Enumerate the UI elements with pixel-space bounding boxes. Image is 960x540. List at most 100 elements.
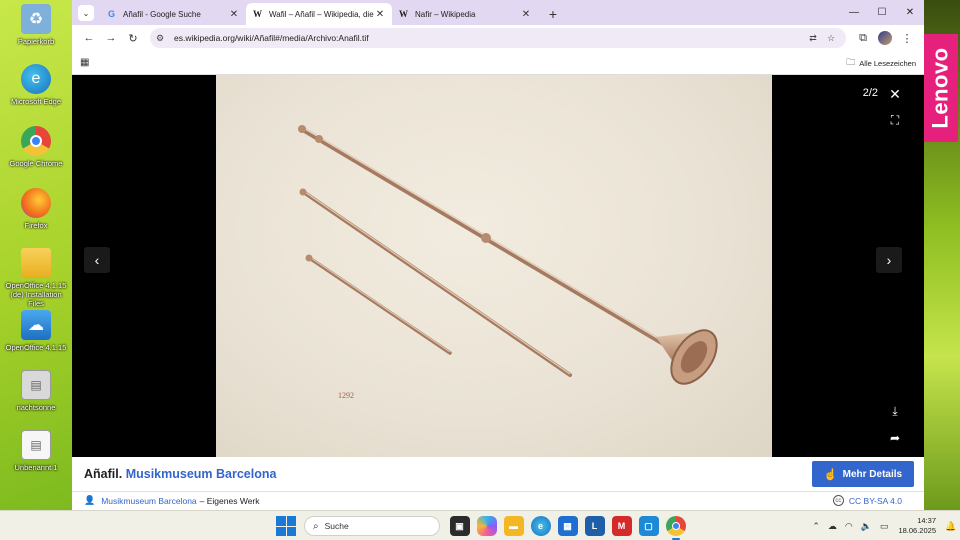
libreoffice-icon[interactable]: L xyxy=(584,516,605,536)
browser-menu-icon[interactable]: ⋮ xyxy=(896,27,918,49)
extensions-icon[interactable]: ⧉ xyxy=(852,27,874,49)
desktop-icon-label: nachtsonne xyxy=(16,403,56,412)
caption-title-text: Añafil. xyxy=(84,467,123,481)
window-controls: — ☐ ✕ xyxy=(840,0,924,25)
tab-wikipedia-nafir[interactable]: W Nafir – Wikipedia ✕ xyxy=(392,3,538,25)
all-bookmarks-button[interactable]: 🗀 Alle Lesezeichen xyxy=(846,51,916,75)
reload-icon[interactable]: ↻ xyxy=(122,27,144,49)
clock-time: 14:37 xyxy=(917,516,936,525)
browser-window: ⌄ G Añafil - Google Suche ✕ W Wafil – Añ… xyxy=(72,0,924,510)
author-suffix: – Eigenes Werk xyxy=(199,495,260,506)
wikipedia-favicon-icon: W xyxy=(399,9,408,19)
more-details-button[interactable]: ☝ Mehr Details xyxy=(812,461,914,487)
previous-image-button[interactable]: ‹ xyxy=(84,247,110,273)
media-viewer: 1292 2/2 ✕ ⛶ ‹ › ⤓ ➦ xyxy=(72,75,924,457)
address-bar[interactable]: ⚙ es.wikipedia.org/wiki/Añafil#/media/Ar… xyxy=(150,28,846,48)
chrome-taskbar-icon[interactable] xyxy=(665,516,686,540)
tab-title: Wafil – Añafil – Wikipedia, die f xyxy=(269,9,374,19)
desktop-icon-label: OpenOffice 4.1.15 xyxy=(5,343,67,352)
minimize-icon[interactable]: — xyxy=(840,0,868,25)
copilot-icon[interactable] xyxy=(476,516,497,536)
forward-arrow-icon[interactable]: → xyxy=(100,27,122,49)
close-tab-icon[interactable]: ✕ xyxy=(228,9,240,20)
tab-wikipedia-anafil[interactable]: W Wafil – Añafil – Wikipedia, die f ✕ xyxy=(246,3,392,25)
desktop-icon-firefox[interactable]: Firefox xyxy=(2,188,70,230)
desktop-icon-unbenannt[interactable]: ▤ Unbenannt 1 xyxy=(2,430,70,472)
wifi-icon[interactable]: ◠ xyxy=(845,521,853,532)
caption-author: 👤 Musikmuseum Barcelona – Eigenes Werk xyxy=(84,495,260,506)
file-explorer-icon[interactable]: ▬ xyxy=(503,516,524,536)
app-icon[interactable]: ▢ xyxy=(638,516,659,536)
url-text[interactable]: es.wikipedia.org/wiki/Añafil#/media/Arch… xyxy=(170,33,804,43)
author-link[interactable]: Musikmuseum Barcelona xyxy=(101,496,196,506)
clock-date: 18.06.2025 xyxy=(898,526,936,535)
media-image: 1292 xyxy=(216,75,772,457)
caption-title-link[interactable]: Musikmuseum Barcelona xyxy=(126,467,277,481)
apps-grid-icon[interactable]: ▦ xyxy=(80,57,89,68)
document-icon: ▤ xyxy=(21,430,51,460)
taskbar: ⌕ Suche ▣ ▬ e ▦ L M ▢ ⌃ ☁ ◠ 🔈 ▭ 14:37 18… xyxy=(0,510,960,540)
folder-icon: 🗀 xyxy=(846,57,856,67)
image-counter: 2/2 xyxy=(862,87,878,99)
maximize-icon[interactable]: ☐ xyxy=(868,0,896,25)
document-icon: ▤ xyxy=(21,370,51,400)
close-tab-icon[interactable]: ✕ xyxy=(374,9,386,20)
fullscreen-icon[interactable]: ⛶ xyxy=(882,107,908,133)
browser-toolbar: ← → ↻ ⚙ es.wikipedia.org/wiki/Añafil#/me… xyxy=(72,25,924,51)
image-catalog-number: 1292 xyxy=(338,391,354,400)
desktop-icon-recycle-bin[interactable]: ♻ Papierkorb xyxy=(2,4,70,46)
caption-title: Añafil. Musikmuseum Barcelona xyxy=(84,467,276,481)
close-tab-icon[interactable]: ✕ xyxy=(520,9,532,20)
clock[interactable]: 14:37 18.06.2025 xyxy=(898,516,936,536)
desktop-icon-openoffice-files[interactable]: OpenOffice 4.1.15 (de) Installation File… xyxy=(2,248,70,308)
media-caption: Añafil. Musikmuseum Barcelona ☝ Mehr Det… xyxy=(72,457,924,510)
new-tab-button[interactable]: + xyxy=(544,5,562,23)
store-icon[interactable]: ▦ xyxy=(557,516,578,536)
system-tray: ⌃ ☁ ◠ 🔈 ▭ 14:37 18.06.2025 🔔 xyxy=(808,511,960,540)
all-bookmarks-label: Alle Lesezeichen xyxy=(859,58,916,68)
edge-taskbar-icon[interactable]: e xyxy=(530,516,551,536)
desktop-icon-chrome[interactable]: Google Chrome xyxy=(2,126,70,168)
firefox-icon xyxy=(21,188,51,218)
mcafee-icon[interactable]: M xyxy=(611,516,632,536)
desktop-icon-openoffice[interactable]: ☁ OpenOffice 4.1.15 xyxy=(2,310,70,352)
translate-icon[interactable]: ⇄ xyxy=(804,33,822,44)
desktop-icon-label: Firefox xyxy=(24,221,48,230)
notification-bell-icon[interactable]: 🔔 xyxy=(942,521,960,532)
volume-icon[interactable]: 🔈 xyxy=(861,521,872,532)
license-link[interactable]: cc CC BY-SA 4.0 xyxy=(832,495,902,506)
desktop-icon-nachtsonne[interactable]: ▤ nachtsonne xyxy=(2,370,70,412)
onedrive-icon[interactable]: ☁ xyxy=(828,521,837,532)
creative-commons-icon: cc xyxy=(832,495,844,506)
site-info-icon[interactable]: ⚙ xyxy=(156,33,170,44)
desktop-icon-label: OpenOffice 4.1.15 (de) Installation File… xyxy=(5,281,67,308)
wikipedia-favicon-icon: W xyxy=(253,9,262,19)
windows-start-icon[interactable] xyxy=(276,516,296,536)
hand-pointer-icon: ☝ xyxy=(823,468,838,481)
close-viewer-icon[interactable]: ✕ xyxy=(882,81,908,107)
chrome-icon xyxy=(21,126,51,156)
desktop-icon-edge[interactable]: e Microsoft Edge xyxy=(2,64,70,106)
back-arrow-icon[interactable]: ← xyxy=(78,27,100,49)
tab-google-search[interactable]: G Añafil - Google Suche ✕ xyxy=(100,3,246,25)
bookmark-star-icon[interactable]: ☆ xyxy=(822,33,840,44)
profile-avatar[interactable] xyxy=(874,27,896,49)
caption-divider xyxy=(72,491,924,492)
bookmarks-bar: ▦ 🗀 Alle Lesezeichen xyxy=(72,51,924,75)
tab-title: Nafir – Wikipedia xyxy=(415,9,476,19)
chevron-up-icon[interactable]: ⌃ xyxy=(812,521,820,532)
tab-search-dropdown-icon[interactable]: ⌄ xyxy=(78,5,94,21)
tab-strip: ⌄ G Añafil - Google Suche ✕ W Wafil – Añ… xyxy=(72,0,924,25)
brand-label: Lenovo xyxy=(928,47,954,129)
close-window-icon[interactable]: ✕ xyxy=(896,0,924,25)
download-icon[interactable]: ⤓ xyxy=(882,398,908,424)
next-image-button[interactable]: › xyxy=(876,247,902,273)
share-icon[interactable]: ➦ xyxy=(882,425,908,451)
openoffice-icon: ☁ xyxy=(21,310,51,340)
task-view-icon[interactable]: ▣ xyxy=(449,516,470,536)
search-icon: ⌕ xyxy=(313,520,319,532)
taskbar-search[interactable]: ⌕ Suche xyxy=(304,516,440,536)
battery-icon[interactable]: ▭ xyxy=(880,521,889,532)
search-placeholder: Suche xyxy=(324,521,349,531)
desktop-icon-label: Papierkorb xyxy=(17,37,55,46)
